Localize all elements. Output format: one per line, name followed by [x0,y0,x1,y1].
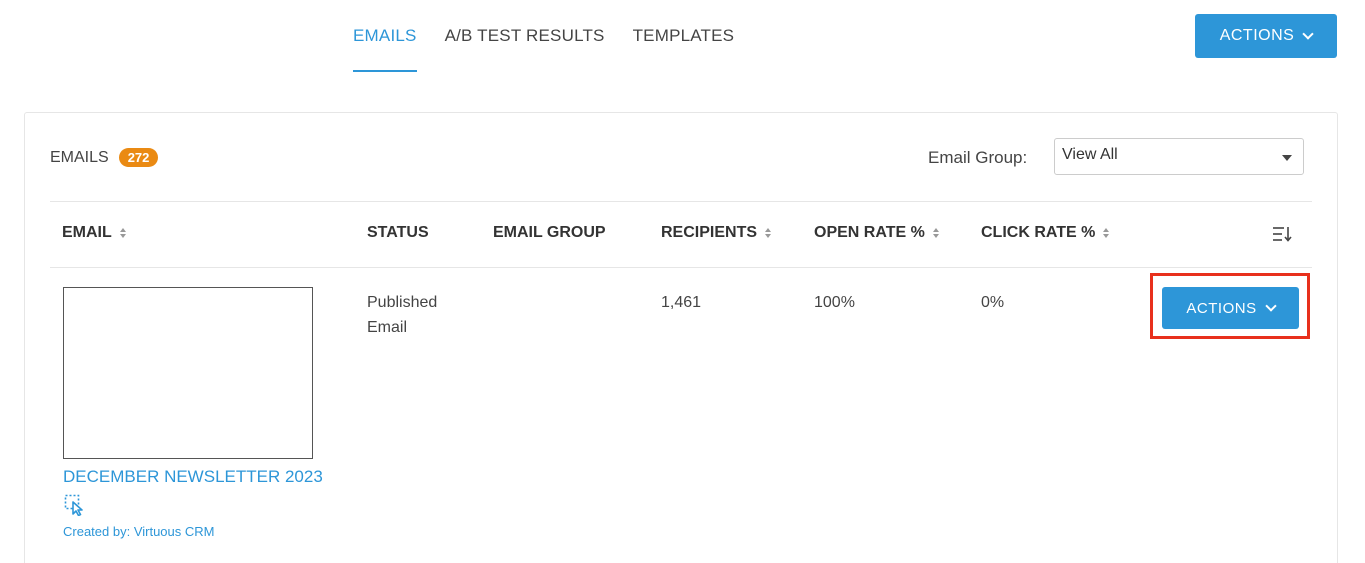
column-header-status: STATUS [367,224,429,242]
emails-title: EMAILS [50,148,109,166]
column-header-email[interactable]: EMAIL [62,224,126,242]
sort-icon[interactable] [119,228,126,238]
emails-count-badge: 272 [118,148,159,167]
table-header-top-divider [50,201,1312,202]
sort-icon[interactable] [765,228,772,238]
dropdown-caret-icon [1282,155,1292,161]
column-header-open-rate[interactable]: OPEN RATE % [814,224,939,242]
column-header-recipients[interactable]: RECIPIENTS [661,224,772,242]
email-thumbnail[interactable] [63,287,313,459]
email-group-select-value: View All [1062,146,1118,163]
column-header-email-group: EMAIL GROUP [493,224,606,242]
status-line-1: Published [367,294,438,311]
status-cell: Published Email [367,290,437,340]
column-settings-icon[interactable] [1271,224,1293,244]
column-header-status-label: STATUS [367,224,429,241]
emails-heading: EMAILS 272 [50,148,159,167]
header-actions-label: ACTIONS [1219,27,1295,44]
created-by-text: Created by: Virtuous CRM [63,524,215,539]
tab-bar: EMAILS A/B TEST RESULTS TEMPLATES [353,0,762,72]
sort-icon[interactable] [932,228,939,238]
column-header-open-rate-label: OPEN RATE % [814,224,925,241]
column-header-email-label: EMAIL [62,224,112,241]
tab-emails[interactable]: EMAILS [353,0,417,72]
email-name-link[interactable]: DECEMBER NEWSLETTER 2023 [63,467,323,487]
column-header-email-group-label: EMAIL GROUP [493,224,606,241]
select-cursor-icon[interactable] [64,494,86,516]
column-header-click-rate-label: CLICK RATE % [981,224,1096,241]
tab-templates[interactable]: TEMPLATES [633,0,735,72]
column-header-click-rate[interactable]: CLICK RATE % [981,224,1110,242]
email-group-select[interactable]: View All [1054,138,1304,175]
email-group-label: Email Group: [928,148,1028,167]
row-actions-button[interactable]: ACTIONS [1162,287,1299,329]
open-rate-cell: 100% [814,294,855,311]
column-header-recipients-label: RECIPIENTS [661,224,758,241]
table-header-bottom-divider [50,267,1312,268]
recipients-cell: 1,461 [661,294,702,311]
chevron-down-icon [1302,27,1314,40]
chevron-down-icon [1264,299,1277,312]
row-actions-label: ACTIONS [1186,299,1257,317]
sort-icon[interactable] [1103,228,1110,238]
header-actions-button[interactable]: ACTIONS [1195,14,1337,58]
click-rate-cell: 0% [981,294,1005,311]
status-line-2: Email [367,319,408,336]
tab-ab-test-results[interactable]: A/B TEST RESULTS [445,0,605,72]
